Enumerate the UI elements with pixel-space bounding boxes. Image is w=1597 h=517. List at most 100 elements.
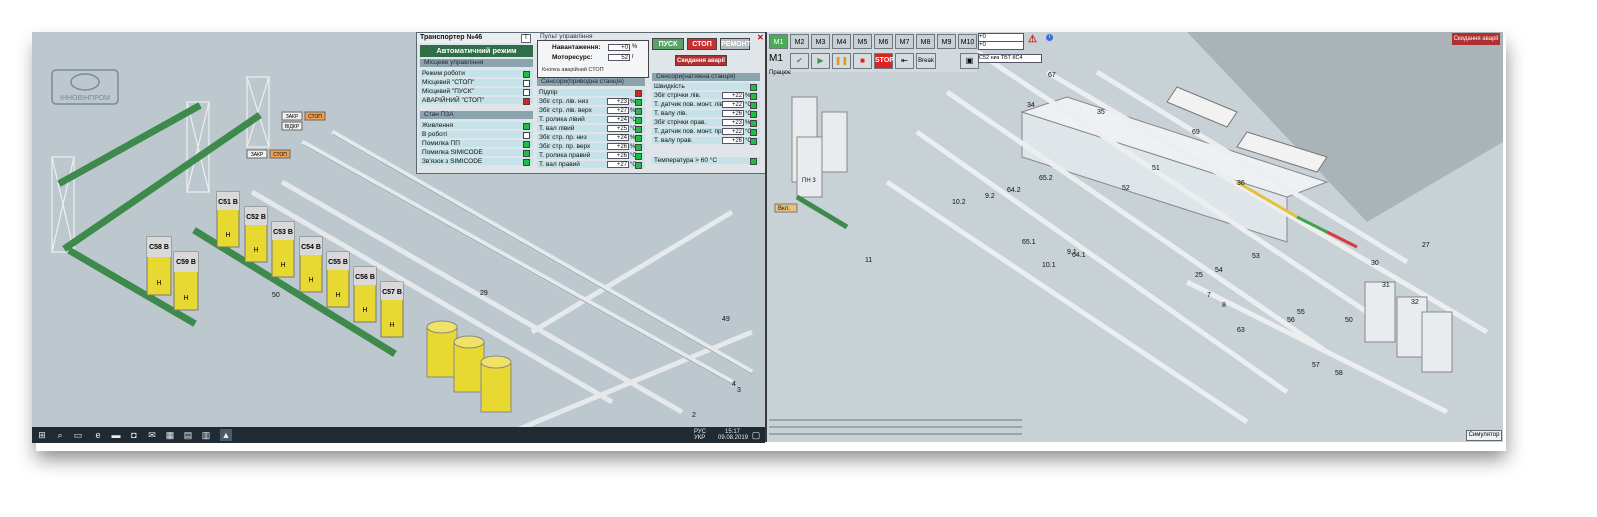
app-icon[interactable]: ▥ xyxy=(200,429,212,441)
svg-text:8: 8 xyxy=(1222,302,1226,309)
simulator-button[interactable]: Симулятор xyxy=(1466,430,1502,441)
reset-alarm-button[interactable]: Скидання аварії xyxy=(1452,33,1500,45)
app-icon[interactable]: ▤ xyxy=(182,429,194,441)
mode-button-m3[interactable]: M3 xyxy=(811,34,830,49)
load-label: Навантаження: xyxy=(552,44,601,51)
svg-text:50: 50 xyxy=(272,292,280,299)
mode-button-m10[interactable]: M10 xyxy=(958,34,977,49)
sensor-value: +25 xyxy=(607,125,629,132)
mode-button-m1[interactable]: M1 xyxy=(769,34,788,49)
pause-icon[interactable]: ❚❚ xyxy=(832,53,851,69)
store-icon[interactable]: ◘ xyxy=(128,429,140,441)
state-row: Зв'язок з SIMICODE xyxy=(420,158,533,166)
field-2[interactable]: +0 xyxy=(978,41,1024,50)
svg-text:9.2: 9.2 xyxy=(985,193,995,200)
reset-alarm-button[interactable]: Скидання аварії xyxy=(675,55,727,66)
search-icon[interactable]: ⌕ xyxy=(54,429,66,441)
route-field: С52 низ ТБТ КС4 xyxy=(978,54,1042,63)
explorer-icon[interactable]: ▬ xyxy=(110,429,122,441)
close-icon[interactable]: ✕ xyxy=(757,33,764,42)
sensor-row: Збіг стр. лів. верх +27% xyxy=(537,107,645,115)
status-led xyxy=(635,117,642,124)
mode-button-m5[interactable]: M5 xyxy=(853,34,872,49)
sensor-row: Підпір xyxy=(537,89,645,97)
sensor-value: +23 xyxy=(607,98,629,105)
svg-text:Н: Н xyxy=(308,277,313,284)
svg-text:Н: Н xyxy=(253,247,258,254)
sensor-row: Т. ролика правий +26 °С xyxy=(537,152,645,160)
mode-button-m4[interactable]: M4 xyxy=(832,34,851,49)
status-led xyxy=(523,98,530,105)
status-led xyxy=(750,129,757,136)
alarm-icon[interactable]: ⚠ xyxy=(1028,34,1037,45)
calculator-icon[interactable]: ▦ xyxy=(164,429,176,441)
state-row: В роботі xyxy=(420,131,533,139)
emergency-stop-button[interactable]: STOP xyxy=(874,53,894,69)
local-control-header: Місцеве управління xyxy=(420,59,533,67)
sensor-value: +26 xyxy=(722,137,744,144)
sensor-value: +27 xyxy=(607,107,629,114)
sensor-value: +24 xyxy=(607,134,629,141)
svg-text:52: 52 xyxy=(1122,185,1130,192)
status-led xyxy=(523,159,530,166)
status-led xyxy=(635,90,642,97)
motor-value: 52 xyxy=(608,54,630,61)
trend-button[interactable]: Т xyxy=(521,34,531,43)
silo-label: С52 В xyxy=(246,214,266,221)
svg-text:25: 25 xyxy=(1195,272,1203,279)
svg-text:49: 49 xyxy=(722,316,730,323)
stop-square-icon[interactable]: ■ xyxy=(853,53,872,69)
svg-text:51: 51 xyxy=(1152,165,1160,172)
start-icon[interactable]: ⊞ xyxy=(36,429,48,441)
tension-sensors-header: Сенсори(натяжна станція) xyxy=(652,73,760,81)
status-led xyxy=(523,150,530,157)
notifications-icon[interactable]: ▢ xyxy=(750,429,762,441)
sensor-row: Збіг стр. лів. низ +23% xyxy=(537,98,645,106)
status-led xyxy=(750,158,757,165)
mode-toolbar: M1 M2 M3 M4 M5 M6 M7 M8 M9 M10 M1 ✔ ▶ ❚❚ ■ STOP ⇤… xyxy=(767,32,979,76)
repair-button[interactable]: РЕМОНТ xyxy=(720,38,751,50)
sensor-row: Т. вал лівий +25 °С xyxy=(537,125,645,133)
mode-button-m6[interactable]: M6 xyxy=(874,34,893,49)
svg-text:ЗАКР: ЗАКР xyxy=(286,114,299,120)
silo-label: С55 В xyxy=(328,259,348,266)
svg-text:2: 2 xyxy=(692,412,696,419)
svg-text:10.1: 10.1 xyxy=(1042,262,1056,269)
svg-text:34: 34 xyxy=(1027,102,1035,109)
mode-button-m8[interactable]: M8 xyxy=(916,34,935,49)
status-led xyxy=(523,71,530,78)
break-button[interactable]: Break xyxy=(916,53,936,69)
stop-button[interactable]: СТОП xyxy=(687,38,717,50)
mode-button-m2[interactable]: M2 xyxy=(790,34,809,49)
sensor-row: Т. датчик пов. монт. прав. +22 °С xyxy=(652,128,760,136)
sensor-value: +26 xyxy=(607,143,629,150)
step-icon[interactable]: ⇤ xyxy=(895,53,914,69)
svg-text:31: 31 xyxy=(1382,282,1390,289)
status-led xyxy=(635,135,642,142)
right-scada-screen: 67 34 35 69 36 51 52 65.2 64.2 65.1 64.1… xyxy=(767,32,1503,442)
save-icon[interactable]: ▣ xyxy=(960,53,979,69)
status-led xyxy=(750,120,757,127)
state-row: Помилка ПП xyxy=(420,140,533,148)
svg-text:63: 63 xyxy=(1237,327,1245,334)
status-led xyxy=(750,84,757,91)
mail-icon[interactable]: ✉ xyxy=(146,429,158,441)
scada-app-icon[interactable]: ▲ xyxy=(220,429,232,441)
sensor-row: Т. вал правий +27 °С xyxy=(537,161,645,169)
windows-taskbar: ⊞ ⌕ ▭ e ▬ ◘ ✉ ▦ ▤ ▥ ▲ РУС УКР 15:17 09.0… xyxy=(32,427,765,443)
confirm-icon[interactable]: ✔ xyxy=(790,53,809,69)
start-button[interactable]: ПУСК xyxy=(652,38,684,50)
mode-button-m9[interactable]: M9 xyxy=(937,34,956,49)
sensor-row: Збіг стрічки лів. +22% xyxy=(652,92,760,100)
svg-text:10.2: 10.2 xyxy=(952,199,966,206)
svg-text:9.1: 9.1 xyxy=(1067,249,1077,256)
edge-icon[interactable]: e xyxy=(92,429,104,441)
info-icon[interactable]: i xyxy=(1046,34,1053,41)
svg-text:35: 35 xyxy=(1097,109,1105,116)
mode-button-m7[interactable]: M7 xyxy=(895,34,914,49)
local-row: АВАРІЙНИЙ "СТОП" xyxy=(420,97,533,105)
play-icon[interactable]: ▶ xyxy=(811,53,830,69)
status-led xyxy=(635,153,642,160)
status-led xyxy=(635,108,642,115)
task-view-icon[interactable]: ▭ xyxy=(72,429,84,441)
